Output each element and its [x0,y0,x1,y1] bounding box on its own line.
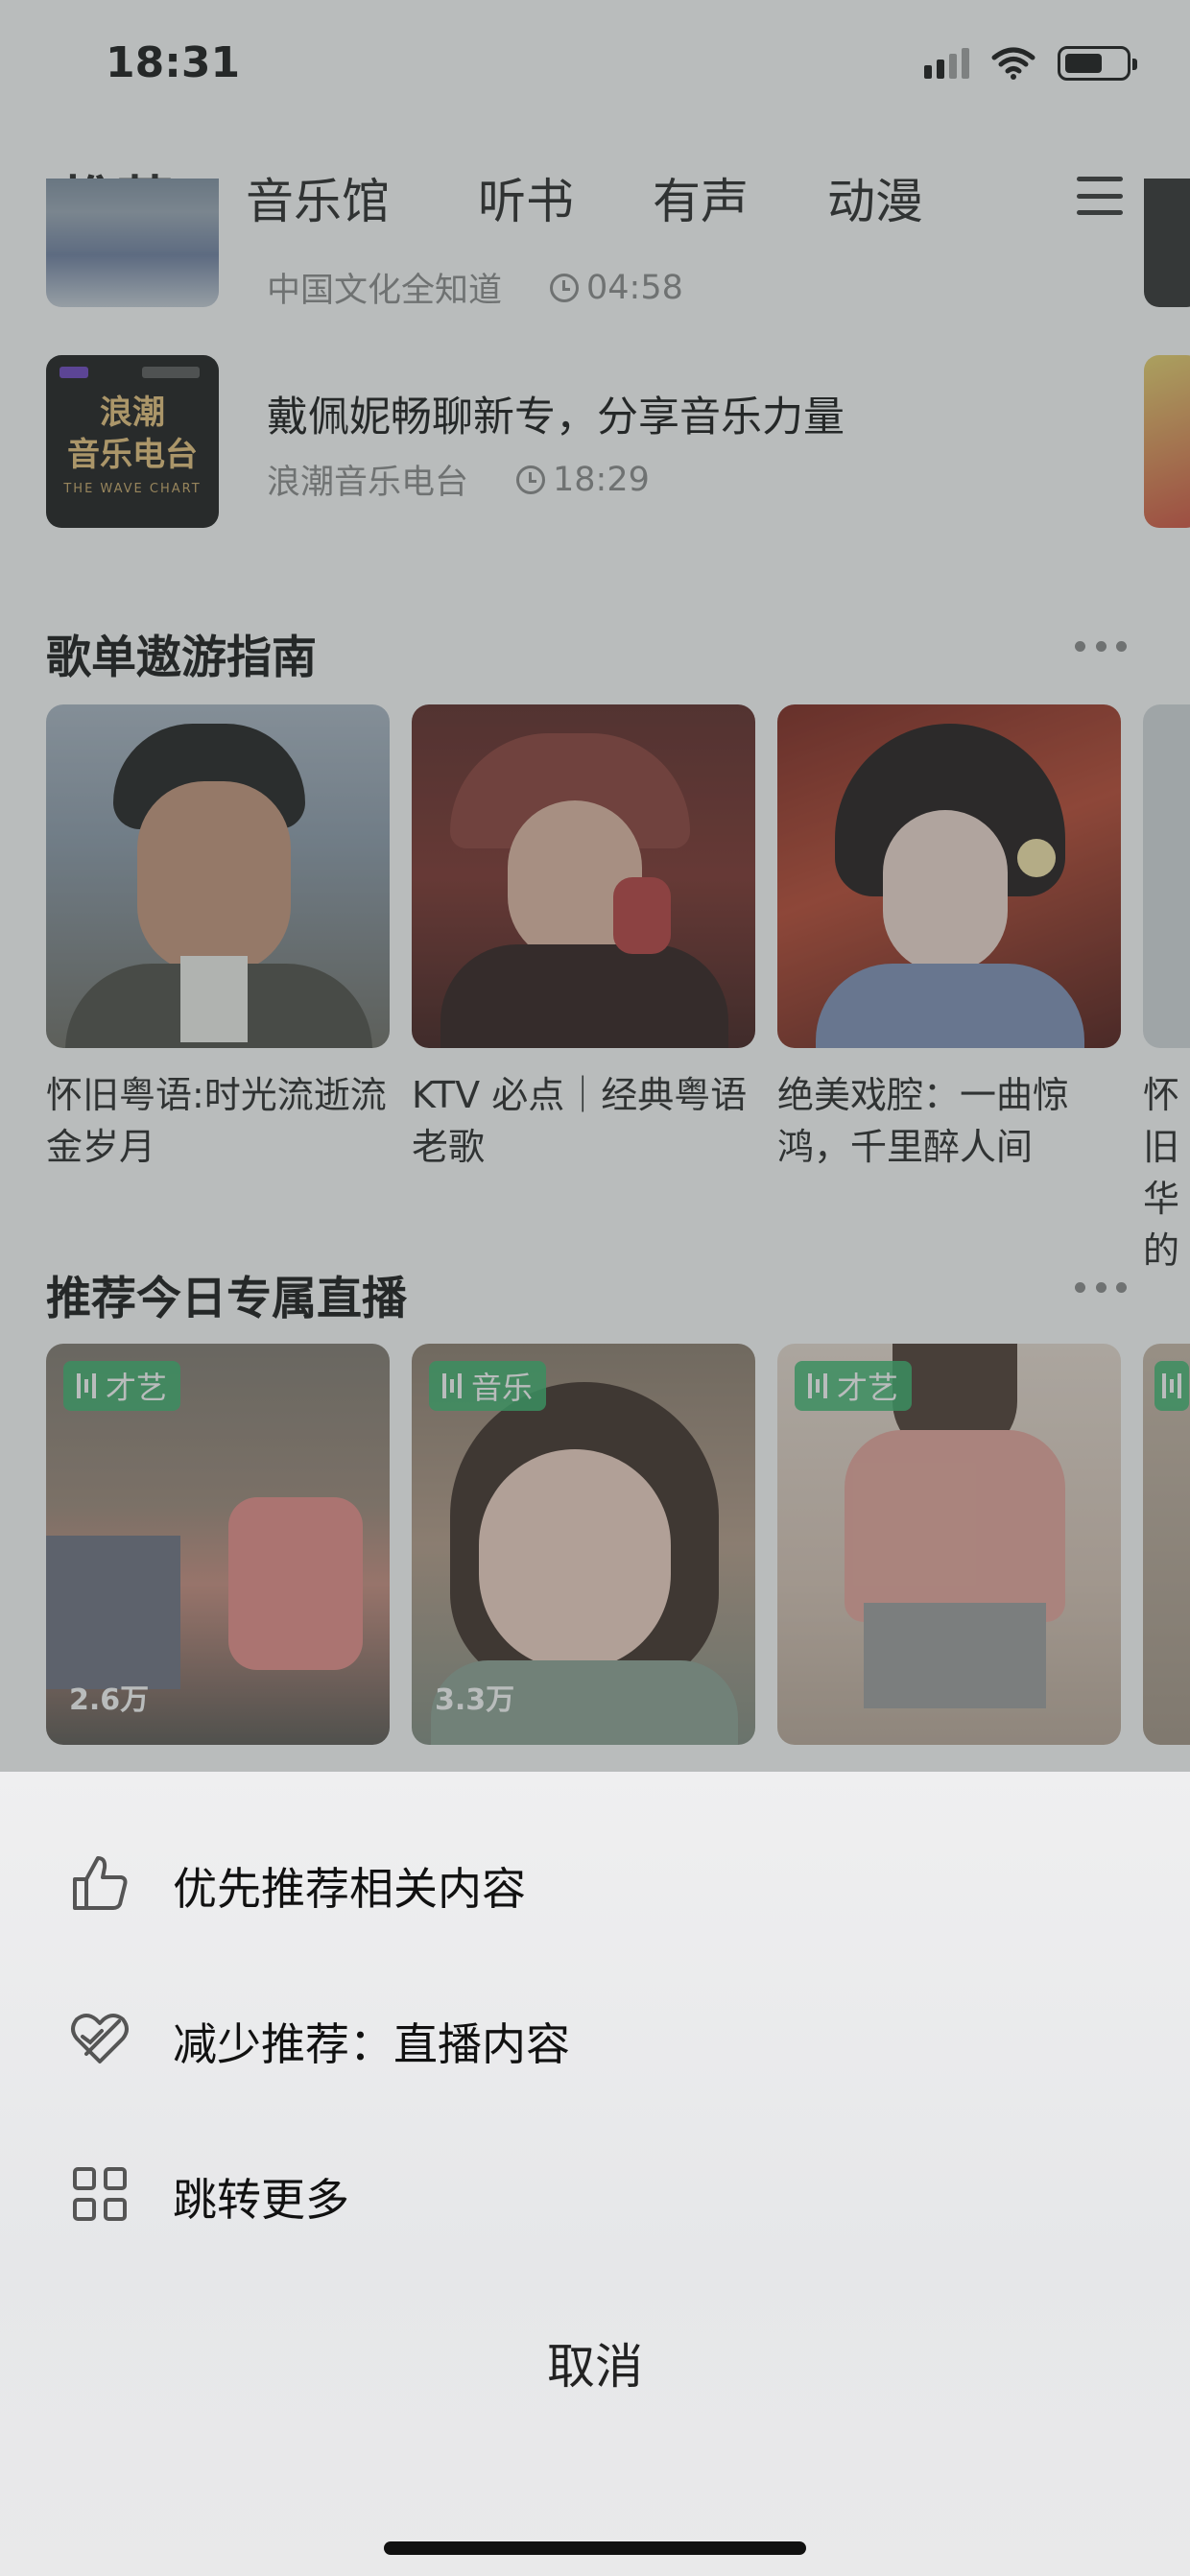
thumbs-up-icon [73,1856,128,1910]
sheet-item-label: 减少推荐：直播内容 [173,2018,570,2070]
cancel-button[interactable]: 取消 [0,2328,1190,2397]
jump-more-option[interactable]: 跳转更多 [0,2117,1190,2261]
action-sheet: 优先推荐相关内容 减少推荐：直播内容 跳转更多 取消 [0,1772,1190,2576]
sheet-item-label: 跳转更多 [173,2174,349,2226]
prefer-related-option[interactable]: 优先推荐相关内容 [0,1806,1190,1950]
home-indicator[interactable] [384,2541,806,2555]
reduce-recommend-option[interactable]: 减少推荐：直播内容 [0,1962,1190,2106]
sheet-item-label: 优先推荐相关内容 [173,1863,526,1915]
grid-icon [73,2167,127,2221]
heart-slash-icon [71,2014,129,2063]
